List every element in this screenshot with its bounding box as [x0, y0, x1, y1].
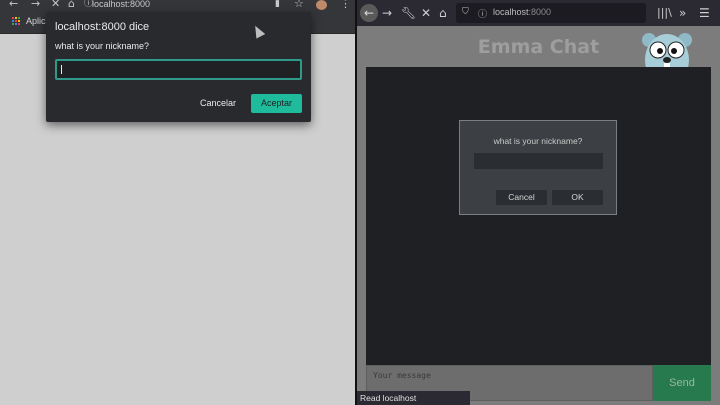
chrome-toolbar: ← → ✕ ⌂ ⓘ localhost:8000 ▮ ☆ ⋮ [0, 0, 355, 12]
menu-icon[interactable]: ☰ [699, 5, 710, 21]
close-icon[interactable]: ✕ [51, 0, 60, 10]
close-icon[interactable]: ✕ [421, 5, 431, 21]
forward-arrow-icon[interactable]: → [31, 0, 40, 10]
nickname-input[interactable] [474, 153, 603, 169]
dialog-message: what is your nickname? [493, 136, 583, 146]
prompt-dialog: localhost:8000 dice what is your nicknam… [46, 12, 311, 122]
shield-icon[interactable]: ⛉ [462, 7, 469, 17]
cancel-button[interactable]: Cancel [496, 190, 547, 205]
info-icon[interactable]: ⓘ [478, 7, 487, 20]
address-text: localhost:8000 [493, 7, 551, 17]
star-icon[interactable]: ☆ [294, 0, 304, 10]
library-icon[interactable]: |||\ [657, 5, 672, 21]
accept-button[interactable]: Aceptar [251, 94, 302, 113]
back-arrow-icon[interactable]: ← [360, 4, 378, 22]
back-arrow-icon[interactable]: ← [9, 0, 18, 10]
send-button[interactable]: Send [653, 365, 711, 401]
menu-dots-icon[interactable]: ⋮ [340, 0, 351, 10]
wrench-icon[interactable]: 🔧︎ [401, 5, 416, 21]
ok-button[interactable]: OK [552, 190, 603, 205]
chat-page: Emma Chat what is your nickname? Cancel … [357, 26, 720, 405]
forward-arrow-icon[interactable]: → [382, 5, 392, 21]
status-bar: Read localhost [357, 391, 470, 405]
overflow-icon[interactable]: » [679, 5, 686, 21]
avatar[interactable] [316, 0, 327, 10]
chat-messages-panel: what is your nickname? Cancel OK [366, 67, 711, 365]
address-bar[interactable]: ⛉ ⓘ localhost:8000 ••• [456, 3, 646, 23]
text-caret [61, 65, 62, 74]
prompt-dialog: what is your nickname? Cancel OK [459, 120, 617, 215]
home-icon[interactable]: ⌂ [68, 0, 75, 10]
extension-icon[interactable]: ▮ [275, 0, 280, 10]
dialog-title: localhost:8000 dice [55, 21, 150, 33]
firefox-window: ← → 🔧︎ ✕ ⌂ ⛉ ⓘ localhost:8000 ••• |||\ »… [357, 0, 720, 405]
url-port: :8000 [528, 7, 552, 17]
nickname-input[interactable] [55, 59, 302, 80]
firefox-toolbar: ← → 🔧︎ ✕ ⌂ ⛉ ⓘ localhost:8000 ••• |||\ »… [357, 0, 720, 26]
home-icon[interactable]: ⌂ [439, 5, 447, 21]
url-host: localhost [493, 7, 529, 17]
dialog-message: what is your nickname? [55, 41, 150, 51]
address-bar[interactable]: localhost:8000 [92, 0, 150, 10]
cancel-button[interactable]: Cancelar [193, 94, 243, 113]
chrome-window: ← → ✕ ⌂ ⓘ localhost:8000 ▮ ☆ ⋮ Aplica lo… [0, 0, 355, 405]
apps-grid-icon[interactable] [12, 17, 21, 26]
